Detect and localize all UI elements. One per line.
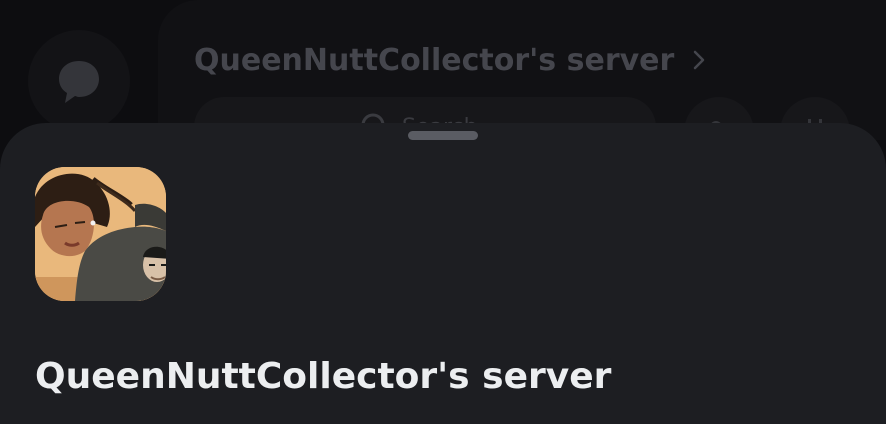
sheet-drag-handle[interactable] [408, 131, 478, 140]
server-avatar-illustration [35, 167, 166, 301]
server-title-row[interactable]: QueenNuttCollector's server [194, 40, 706, 80]
direct-messages-button[interactable] [28, 30, 130, 132]
app-root: QueenNuttCollector's server Search [0, 0, 886, 424]
chevron-right-icon [694, 50, 705, 70]
server-info-sheet: QueenNuttCollector's server [0, 123, 886, 424]
server-avatar[interactable] [35, 167, 166, 301]
server-name-title: QueenNuttCollector's server [35, 356, 612, 397]
chat-bubble-icon [59, 61, 99, 103]
server-name-dimmed: QueenNuttCollector's server [194, 42, 675, 78]
